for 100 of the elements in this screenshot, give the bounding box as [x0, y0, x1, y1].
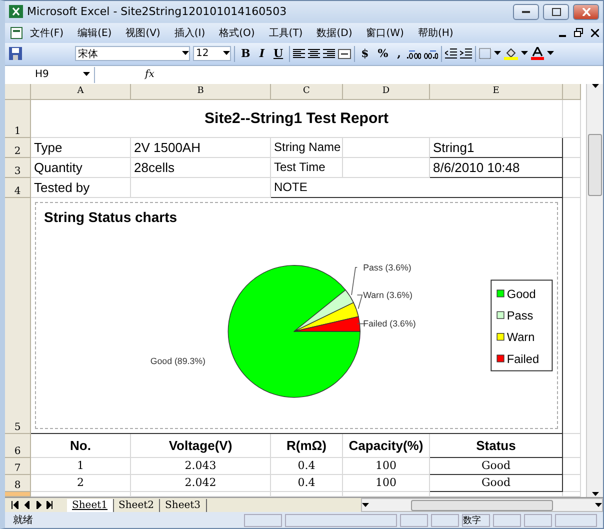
minimize-icon — [559, 34, 566, 37]
table-cell: 100 — [343, 458, 430, 475]
column-header[interactable]: A — [31, 84, 131, 100]
sheet-tab[interactable]: Sheet1 — [67, 498, 114, 512]
table-cell: 2.043 — [131, 458, 271, 475]
select-all-corner[interactable] — [5, 84, 31, 100]
number-format-button[interactable]: $ — [358, 47, 372, 60]
column-header[interactable]: B — [131, 84, 271, 100]
table-cell: Type — [31, 138, 131, 158]
scroll-thumb[interactable] — [411, 500, 553, 511]
menu-item[interactable]: 格式(O) — [212, 26, 262, 40]
status-indicator: 数字 — [462, 514, 490, 526]
caret-icon — [547, 51, 554, 56]
caret-icon — [83, 72, 90, 78]
table-cell: 0.4 — [271, 474, 343, 492]
report-title: Site2--String1 Test Report — [31, 100, 563, 138]
slice-label: Warn (3.6%) — [363, 290, 412, 300]
font-dropdown[interactable]: 宋体 — [75, 46, 190, 62]
legend-label: Warn — [506, 330, 535, 344]
maximize-button[interactable] — [543, 4, 569, 20]
column-header[interactable]: C — [271, 84, 343, 100]
decrease-indent-icon — [445, 48, 458, 60]
row-header[interactable]: 7 — [5, 458, 31, 475]
table-cell: String Name — [271, 138, 343, 158]
table-cell: 28cells — [131, 158, 271, 178]
increase-decimal-icon — [407, 48, 422, 59]
merge-center-icon — [338, 48, 352, 59]
number-format-button[interactable]: % — [374, 47, 392, 60]
minimize-icon — [522, 10, 530, 13]
align-center-icon — [308, 48, 320, 59]
format-button[interactable]: U — [270, 47, 286, 60]
font-size-dropdown[interactable]: 12 — [193, 46, 231, 62]
format-button[interactable]: I — [256, 47, 268, 60]
row-header[interactable]: 2 — [5, 138, 31, 158]
close-icon — [582, 8, 590, 16]
column-heading: Voltage(V) — [131, 434, 271, 458]
empty-cell — [563, 474, 581, 492]
table-cell: 2 — [31, 474, 131, 492]
menu-item[interactable]: 帮助(H) — [410, 26, 460, 40]
horizontal-scrollbar[interactable] — [361, 498, 603, 512]
column-heading: R(mΩ) — [271, 434, 343, 458]
leader-line — [356, 323, 366, 324]
name-box[interactable]: H9 — [5, 66, 95, 83]
close-button[interactable] — [573, 4, 599, 20]
row-header[interactable]: 4 — [5, 178, 31, 198]
table-cell: 8/6/2010 10:48 — [430, 158, 563, 178]
status-panel — [524, 514, 552, 526]
workbook-icon — [9, 26, 23, 39]
align-left-icon — [293, 48, 306, 59]
maximize-icon — [552, 8, 560, 16]
borders-icon — [479, 48, 492, 60]
vertical-scrollbar[interactable] — [586, 84, 603, 498]
close-icon — [591, 28, 599, 37]
decrease-decimal-icon — [424, 48, 438, 59]
column-heading: No. — [31, 434, 131, 458]
table-cell: Good — [430, 474, 563, 492]
menu-item[interactable]: 文件(F) — [23, 26, 71, 40]
column-header[interactable]: E — [430, 84, 563, 100]
caret-icon — [182, 51, 189, 56]
legend-label: Failed — [506, 352, 540, 366]
number-format-button[interactable]: , — [394, 47, 404, 60]
legend-label: Good — [506, 286, 536, 301]
menu-item[interactable]: 窗口(W) — [359, 26, 411, 40]
increase-indent-icon — [460, 48, 472, 60]
row-header[interactable]: 6 — [5, 434, 31, 458]
table-cell: Quantity — [31, 158, 131, 178]
status-panel — [431, 514, 459, 526]
caret-icon — [223, 51, 230, 56]
table-cell: 2.042 — [131, 474, 271, 492]
column-header[interactable]: D — [343, 84, 430, 100]
status-panel — [400, 514, 428, 526]
table-cell: 100 — [343, 474, 430, 492]
column-header[interactable] — [563, 84, 581, 100]
slice-label: Pass (3.6%) — [363, 262, 412, 272]
function-label: fx — [144, 69, 156, 80]
save-icon — [9, 47, 22, 60]
empty-cell — [563, 158, 581, 178]
format-button[interactable]: B — [238, 47, 254, 60]
row-header[interactable]: 5 — [5, 198, 31, 434]
menu-item[interactable]: 插入(I) — [167, 26, 212, 40]
excel-logo-icon — [9, 5, 23, 18]
table-cell: 1 — [31, 458, 131, 475]
scroll-thumb[interactable] — [588, 134, 602, 196]
status-panel — [555, 514, 597, 526]
table-cell: String1 — [430, 138, 563, 158]
align-right-icon — [323, 48, 336, 59]
menu-item[interactable]: 工具(T) — [262, 26, 310, 40]
menu-item[interactable]: 编辑(E) — [70, 26, 119, 40]
empty-cell — [563, 138, 581, 158]
status-text: 就绪 — [13, 514, 33, 527]
row-header[interactable]: 8 — [5, 474, 31, 492]
menu-item[interactable]: 数据(D) — [310, 26, 360, 40]
row-header[interactable]: 3 — [5, 158, 31, 178]
row-header[interactable] — [5, 492, 31, 497]
row-header[interactable]: 1 — [5, 100, 31, 138]
column-heading: Capacity(%) — [343, 434, 430, 458]
legend-label: Pass — [506, 308, 534, 322]
minimize-button[interactable] — [513, 4, 539, 20]
menu-item[interactable]: 视图(V) — [118, 26, 168, 40]
chart-title: String Status charts — [44, 208, 178, 225]
